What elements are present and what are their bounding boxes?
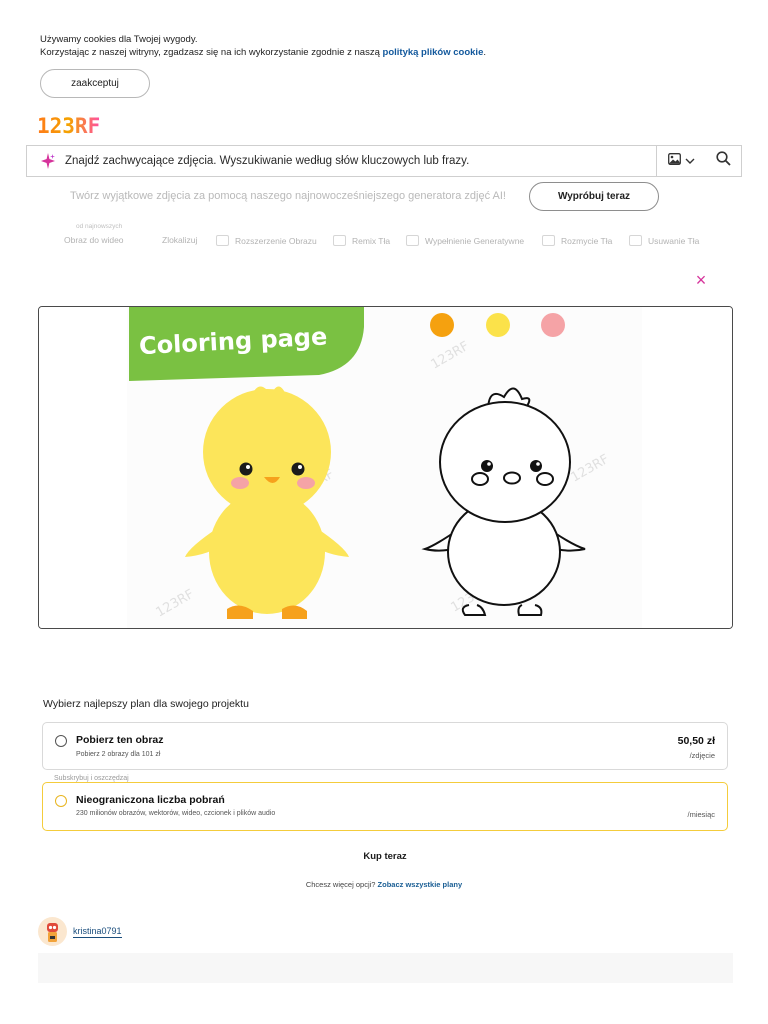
- tool-background-remix[interactable]: Remix Tła: [333, 235, 390, 246]
- plan-unit: /zdjęcie: [689, 751, 715, 760]
- search-input[interactable]: Znajdź zachwycające zdjęcia. Wyszukiwani…: [61, 155, 656, 167]
- more-options-text: Chcesz więcej opcji?: [305, 880, 378, 889]
- site-logo[interactable]: 123RF: [37, 114, 100, 138]
- plan-single-image[interactable]: Pobierz ten obraz Pobierz 2 obrazy dla 1…: [42, 722, 728, 770]
- tool-generative-fill[interactable]: Wypełnienie Generatywne: [406, 235, 524, 246]
- tool-label: Usuwanie Tła: [648, 235, 700, 246]
- cookie-text-prefix: Korzystając z naszej witryny, zgadzasz s…: [40, 47, 383, 58]
- try-now-button[interactable]: Wypróbuj teraz: [529, 182, 659, 211]
- tool-image-expand[interactable]: Rozszerzenie Obrazu: [216, 235, 317, 246]
- tool-label: Wypełnienie Generatywne: [425, 235, 525, 246]
- accept-cookies-button[interactable]: zaakceptuj: [40, 69, 150, 98]
- tool-label: Remix Tła: [352, 235, 391, 246]
- bottom-section: [38, 953, 733, 983]
- plan-radio[interactable]: [55, 795, 67, 807]
- more-options: Chcesz więcej opcji? Zobacz wszystkie pl…: [0, 880, 768, 889]
- plan-name: Pobierz ten obraz: [76, 734, 164, 746]
- see-all-plans-link[interactable]: Zobacz wszystkie plany: [378, 880, 463, 889]
- image-search-button[interactable]: [657, 146, 705, 177]
- tool-label: Obraz do wideo: [64, 235, 124, 245]
- plan-unit: /miesiąc: [687, 810, 715, 819]
- search-button[interactable]: [705, 146, 741, 177]
- author-link[interactable]: kristina0791: [73, 926, 122, 938]
- tool-localize[interactable]: Zlokalizuj: [162, 235, 197, 245]
- author: kristina0791: [38, 917, 122, 946]
- tool-image-to-video[interactable]: Obraz do wideo: [64, 235, 124, 245]
- ai-tools-row: od najnowszych Obraz do wideo Zlokalizuj…: [0, 222, 768, 252]
- plan-name: Nieograniczona liczba pobrań: [76, 794, 225, 806]
- color-dot-pink: [541, 313, 565, 337]
- ai-generator-promo: Twórz wyjątkowe zdjęcia za pomocą naszeg…: [70, 190, 506, 202]
- image-search-icon: [667, 152, 681, 170]
- tool-label: Rozszerzenie Obrazu: [235, 235, 317, 246]
- close-icon[interactable]: ×: [692, 271, 710, 289]
- remix-icon: [333, 235, 346, 246]
- tool-label: Rozmycie Tła: [561, 235, 613, 246]
- cookie-text-line2: Korzystając z naszej witryny, zgadzasz s…: [40, 46, 486, 59]
- tool-background-removal[interactable]: Usuwanie Tła: [629, 235, 699, 246]
- plan-price: 50,50 zł: [677, 735, 715, 747]
- color-dot-orange: [430, 313, 454, 337]
- remove-bg-icon: [629, 235, 642, 246]
- tool-background-blur[interactable]: Rozmycie Tła: [542, 235, 612, 246]
- avatar[interactable]: [38, 917, 67, 946]
- tool-label: Zlokalizuj: [162, 235, 198, 245]
- plan-description: 230 milionów obrazów, wektorów, wideo, c…: [76, 810, 276, 817]
- cookie-text-suffix: .: [483, 47, 486, 58]
- sparkle-icon: [35, 153, 61, 169]
- plan-unlimited[interactable]: Nieograniczona liczba pobrań 230 milionó…: [42, 782, 728, 831]
- cookie-policy-link[interactable]: polityką plików cookie: [383, 47, 484, 58]
- plans-title: Wybierz najlepszy plan dla swojego proje…: [43, 698, 249, 710]
- blur-icon: [542, 235, 555, 246]
- color-dot-yellow: [486, 313, 510, 337]
- cookie-notice: Używamy cookies dla Twojej wygody. Korzy…: [40, 33, 486, 59]
- robot-avatar-icon: [47, 923, 58, 942]
- plan-description: Pobierz 2 obrazy dla 101 zł: [76, 751, 161, 758]
- subscribe-save-label: Subskrybuj i oszczędzaj: [50, 775, 133, 782]
- sort-label: od najnowszych: [76, 223, 123, 230]
- search-icon: [715, 151, 731, 171]
- cookie-text-line1: Używamy cookies dla Twojej wygody.: [40, 34, 198, 45]
- buy-now-button[interactable]: Kup teraz: [333, 846, 437, 866]
- chevron-down-icon: [685, 152, 695, 170]
- preview-image: Coloring page 123RF 123RF 123RF 123RF 12…: [38, 306, 733, 629]
- generative-fill-icon: [406, 235, 419, 246]
- plan-radio[interactable]: [55, 735, 67, 747]
- search-bar: Znajdź zachwycające zdjęcia. Wyszukiwani…: [26, 145, 742, 177]
- expand-icon: [216, 235, 229, 246]
